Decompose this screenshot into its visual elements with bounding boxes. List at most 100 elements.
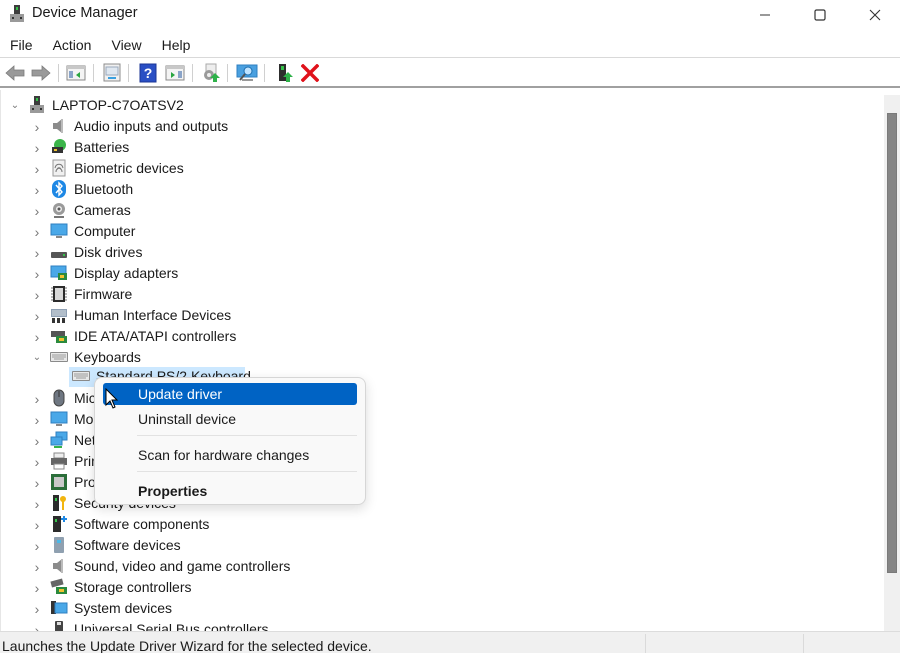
maximize-icon xyxy=(814,9,826,21)
tree-item-label: Disk drives xyxy=(74,244,143,260)
chevron-right-icon[interactable]: › xyxy=(31,514,43,535)
chevron-right-icon[interactable]: › xyxy=(31,242,43,263)
menu-item-properties[interactable]: Properties xyxy=(103,480,357,502)
menu-help[interactable]: Help xyxy=(152,34,201,56)
tree-item-label: Human Interface Devices xyxy=(74,307,232,323)
chevron-down-icon[interactable]: ⌄ xyxy=(9,95,21,116)
menu-action[interactable]: Action xyxy=(43,34,102,56)
toolbar-separator xyxy=(93,64,94,82)
tree-item-label: Firmware xyxy=(74,286,133,302)
uninstall-device-button[interactable] xyxy=(298,62,322,84)
menu-bar: File Action View Help xyxy=(0,34,200,56)
firmware-chip-icon xyxy=(51,286,67,302)
device-manager-app-icon xyxy=(10,5,24,22)
status-divider xyxy=(645,634,646,653)
status-text: Launches the Update Driver Wizard for th… xyxy=(2,638,372,653)
chevron-right-icon[interactable]: › xyxy=(31,409,43,430)
toolbar-separator xyxy=(227,64,228,82)
keyboard-icon xyxy=(72,371,90,381)
tree-item-label: Software devices xyxy=(74,537,181,553)
printer-icon xyxy=(51,452,67,470)
vertical-scrollbar[interactable] xyxy=(884,95,900,631)
tree-item-label: Cameras xyxy=(74,202,131,218)
help-button[interactable]: ? xyxy=(136,62,160,84)
update-driver-button[interactable] xyxy=(199,62,223,84)
toolbar: ? xyxy=(0,57,900,88)
forward-button[interactable] xyxy=(29,62,53,84)
scan-hardware-button[interactable] xyxy=(235,62,259,84)
chevron-right-icon[interactable]: › xyxy=(31,388,43,409)
menu-item-uninstall-device[interactable]: Uninstall device xyxy=(103,408,357,430)
update-driver-icon xyxy=(204,63,220,82)
software-device-icon xyxy=(54,537,64,553)
hid-icon xyxy=(51,309,67,323)
chevron-right-icon[interactable]: › xyxy=(31,598,43,619)
toolbar-separator xyxy=(192,64,193,82)
status-divider xyxy=(803,634,804,653)
software-component-icon xyxy=(53,516,67,532)
chevron-right-icon[interactable]: › xyxy=(31,577,43,598)
menu-view[interactable]: View xyxy=(101,34,151,56)
menu-file[interactable]: File xyxy=(0,34,43,56)
show-hide-action-pane-icon xyxy=(165,65,185,81)
tree-item-label: Audio inputs and outputs xyxy=(74,118,229,134)
show-hide-console-tree-button[interactable] xyxy=(64,62,88,84)
scrollbar-thumb[interactable] xyxy=(887,113,897,573)
menu-item-update-driver[interactable]: Update driver xyxy=(103,383,357,405)
menu-item-label: Scan for hardware changes xyxy=(138,447,310,463)
help-icon: ? xyxy=(139,63,157,83)
monitor-icon xyxy=(50,411,68,426)
network-icon xyxy=(50,431,68,448)
tree-item-label: Bluetooth xyxy=(74,181,134,197)
chevron-right-icon[interactable]: › xyxy=(31,137,43,158)
maximize-button[interactable] xyxy=(797,0,843,30)
show-hide-console-tree-icon xyxy=(66,65,86,81)
menu-item-scan-hardware[interactable]: Scan for hardware changes xyxy=(103,444,357,466)
chevron-right-icon[interactable]: › xyxy=(31,535,43,556)
chevron-right-icon[interactable]: › xyxy=(31,221,43,242)
minimize-button[interactable] xyxy=(742,0,788,30)
window-title: Device Manager xyxy=(32,5,138,21)
device-tree: ⌄ LAPTOP-C7OATSV2 › Audio inputs and outp… xyxy=(0,90,884,631)
chevron-right-icon[interactable]: › xyxy=(31,263,43,284)
mouse-cursor-icon xyxy=(105,388,119,409)
chevron-right-icon[interactable]: › xyxy=(31,179,43,200)
enable-device-icon xyxy=(279,64,293,82)
ide-controller-icon xyxy=(51,331,67,343)
chevron-right-icon[interactable]: › xyxy=(31,200,43,221)
back-button[interactable] xyxy=(3,62,27,84)
speaker-icon xyxy=(53,119,63,133)
chevron-down-icon[interactable]: ⌄ xyxy=(31,347,43,368)
chevron-right-icon[interactable]: › xyxy=(31,556,43,577)
properties-button[interactable] xyxy=(100,62,124,84)
chevron-right-icon[interactable]: › xyxy=(31,116,43,137)
menu-item-label: Properties xyxy=(138,483,208,499)
storage-controller-icon xyxy=(50,578,67,594)
status-bar: Launches the Update Driver Wizard for th… xyxy=(0,631,900,653)
menu-item-label: Update driver xyxy=(138,386,223,402)
chevron-right-icon[interactable]: › xyxy=(31,430,43,451)
tree-item-label: Sound, video and game controllers xyxy=(74,558,291,574)
keyboard-icon xyxy=(50,352,68,362)
show-hide-action-pane-button[interactable] xyxy=(163,62,187,84)
usb-icon xyxy=(55,621,63,631)
toolbar-separator xyxy=(264,64,265,82)
chevron-right-icon[interactable]: › xyxy=(31,326,43,347)
chevron-right-icon[interactable]: › xyxy=(31,158,43,179)
tree-item-label: IDE ATA/ATAPI controllers xyxy=(74,328,237,344)
chevron-right-icon[interactable]: › xyxy=(31,493,43,514)
chevron-right-icon[interactable]: › xyxy=(31,472,43,493)
forward-arrow-icon xyxy=(31,65,51,81)
close-button[interactable] xyxy=(852,0,898,30)
toolbar-separator xyxy=(128,64,129,82)
chevron-right-icon[interactable]: › xyxy=(31,619,43,632)
svg-text:?: ? xyxy=(144,65,153,81)
chevron-right-icon[interactable]: › xyxy=(31,305,43,326)
add-driver-button[interactable] xyxy=(272,62,296,84)
back-arrow-icon xyxy=(5,65,25,81)
chevron-right-icon[interactable]: › xyxy=(31,284,43,305)
title-bar: Device Manager xyxy=(0,0,900,30)
monitor-icon xyxy=(50,223,68,238)
chevron-right-icon[interactable]: › xyxy=(31,451,43,472)
system-folder-icon xyxy=(51,601,68,614)
